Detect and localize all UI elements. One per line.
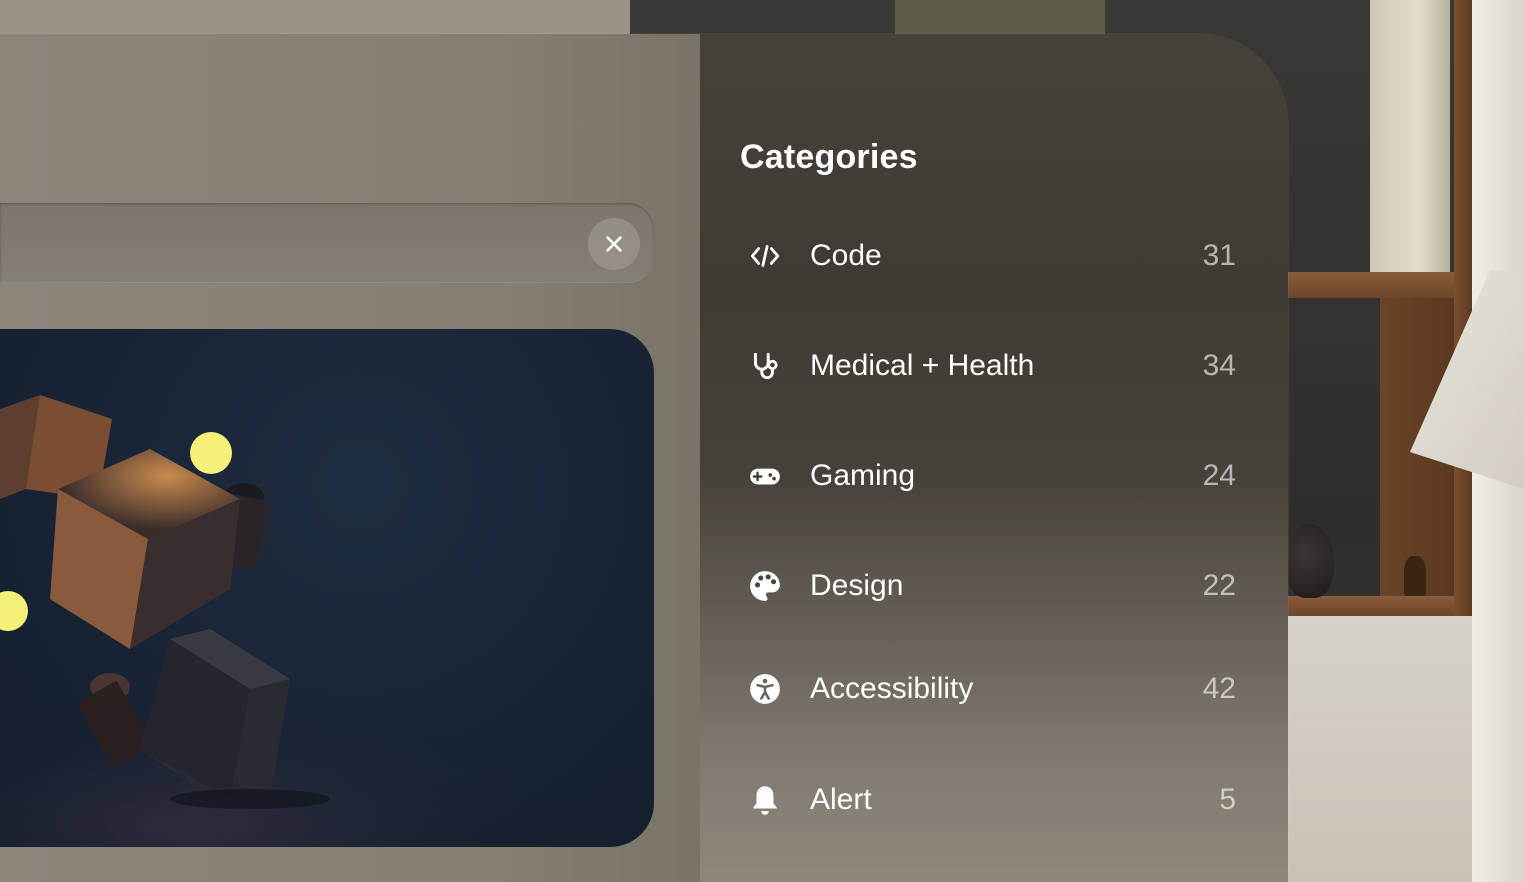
cubes-illustration — [0, 395, 654, 847]
category-item-accessibility[interactable]: Accessibility 42 — [736, 659, 1236, 719]
bell-icon — [736, 780, 794, 820]
categories-title: Categories — [740, 138, 918, 176]
category-item-gaming[interactable]: Gaming 24 — [736, 446, 1236, 506]
close-icon — [606, 236, 622, 252]
app-window: Categories Code 31 Medical + Health 34 G… — [0, 34, 1288, 882]
categories-sidebar: Categories Code 31 Medical + Health 34 G… — [700, 34, 1288, 882]
background-vase — [1286, 524, 1334, 598]
category-label: Design — [810, 569, 904, 602]
clear-search-button[interactable] — [588, 218, 640, 270]
palette-icon — [736, 566, 794, 606]
code-icon — [736, 236, 794, 276]
background-book — [1370, 0, 1450, 272]
category-item-medical-health[interactable]: Medical + Health 34 — [736, 336, 1236, 396]
category-label: Accessibility — [810, 672, 974, 705]
category-count: 31 — [1202, 239, 1236, 272]
content-pane — [0, 34, 700, 882]
category-item-alert[interactable]: Alert 5 — [736, 770, 1236, 830]
background-shelf-side — [1454, 0, 1472, 620]
search-field[interactable] — [0, 203, 654, 283]
category-label: Gaming — [810, 459, 916, 492]
background-object — [1404, 556, 1426, 596]
category-count: 42 — [1202, 672, 1236, 705]
background-shelf-board — [1280, 272, 1470, 298]
category-label: Medical + Health — [810, 349, 1035, 382]
category-count: 24 — [1202, 459, 1236, 492]
background-shelf-board — [1280, 596, 1470, 616]
stethoscope-icon — [736, 346, 794, 386]
category-count: 5 — [1219, 783, 1236, 816]
category-label: Alert — [810, 783, 872, 816]
featured-image[interactable] — [0, 329, 654, 847]
category-count: 34 — [1202, 349, 1236, 382]
category-item-design[interactable]: Design 22 — [736, 556, 1236, 616]
gamepad-icon — [736, 456, 794, 496]
category-item-code[interactable]: Code 31 — [736, 226, 1236, 286]
accessibility-icon — [736, 669, 794, 709]
category-count: 22 — [1202, 569, 1236, 602]
category-label: Code — [810, 239, 882, 272]
background-cabinet — [1280, 616, 1474, 882]
